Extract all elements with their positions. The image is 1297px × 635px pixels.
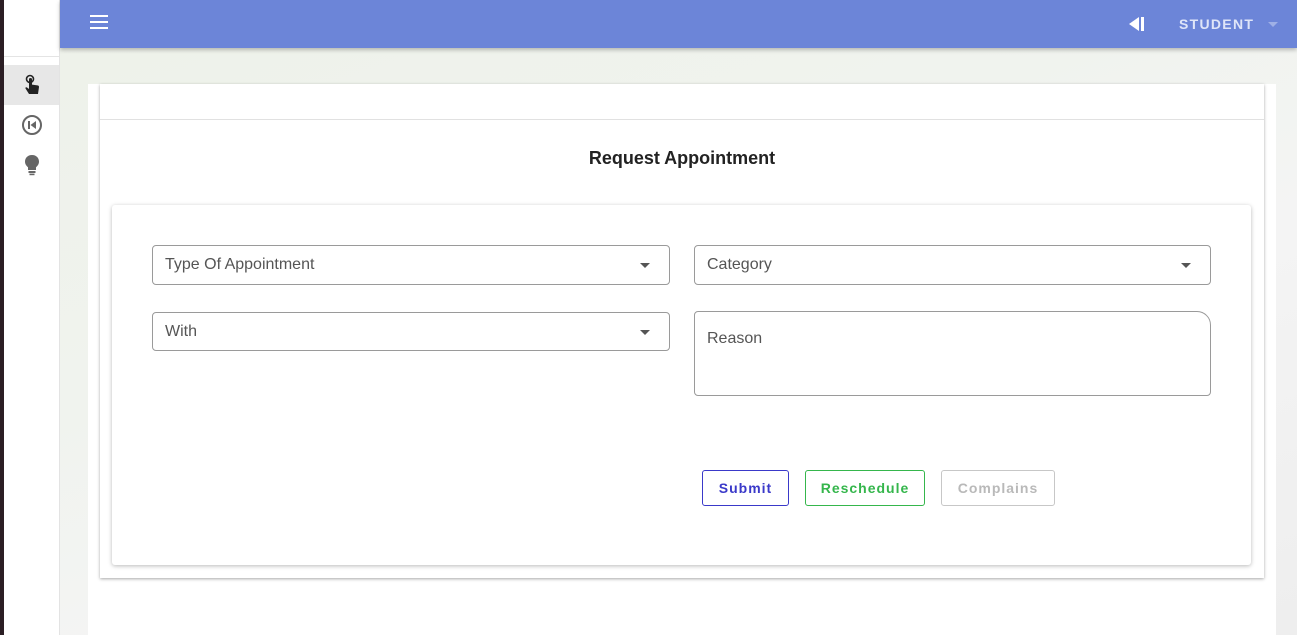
card-toolbar — [100, 84, 1264, 120]
lightbulb-icon — [24, 155, 39, 176]
reschedule-button[interactable]: Reschedule — [805, 470, 925, 506]
sidebar-item-previous[interactable] — [4, 105, 59, 145]
user-role-menu[interactable]: STUDENT — [1179, 16, 1279, 32]
category-label: Category — [707, 256, 772, 273]
skip-previous-circle-icon — [21, 115, 42, 135]
sidebar-item-appointment[interactable] — [4, 65, 59, 105]
with-select[interactable]: With — [152, 312, 670, 351]
page-title: Request Appointment — [588, 148, 776, 168]
dropdown-arrow-icon — [640, 263, 650, 268]
category-select[interactable]: Category — [694, 245, 1211, 285]
type-of-appointment-select[interactable]: Type Of Appointment — [152, 245, 670, 285]
submit-button[interactable]: Submit — [702, 470, 789, 506]
reason-label: Reason — [707, 330, 763, 347]
type-of-appointment-label: Type Of Appointment — [165, 256, 315, 273]
dropdown-arrow-icon — [1181, 263, 1191, 268]
sidebar-item-ideas[interactable] — [4, 145, 59, 185]
collapse-sidebar-icon[interactable] — [1128, 16, 1146, 32]
with-label: With — [165, 323, 197, 340]
reason-textarea[interactable]: Reason — [694, 311, 1211, 396]
sidebar-header — [4, 0, 59, 57]
top-app-bar: STUDENT — [60, 0, 1297, 48]
dropdown-arrow-icon — [640, 330, 650, 335]
sidebar — [4, 0, 60, 635]
complains-button[interactable]: Complains — [941, 470, 1055, 506]
appointment-form: Type Of Appointment Category With Reason… — [112, 205, 1251, 565]
menu-icon[interactable] — [90, 15, 110, 33]
appointment-card: Request Appointment Type Of Appointment … — [100, 84, 1264, 578]
chevron-down-icon — [1268, 21, 1279, 27]
touch-hand-icon — [24, 74, 39, 94]
user-role-label: STUDENT — [1179, 16, 1255, 32]
